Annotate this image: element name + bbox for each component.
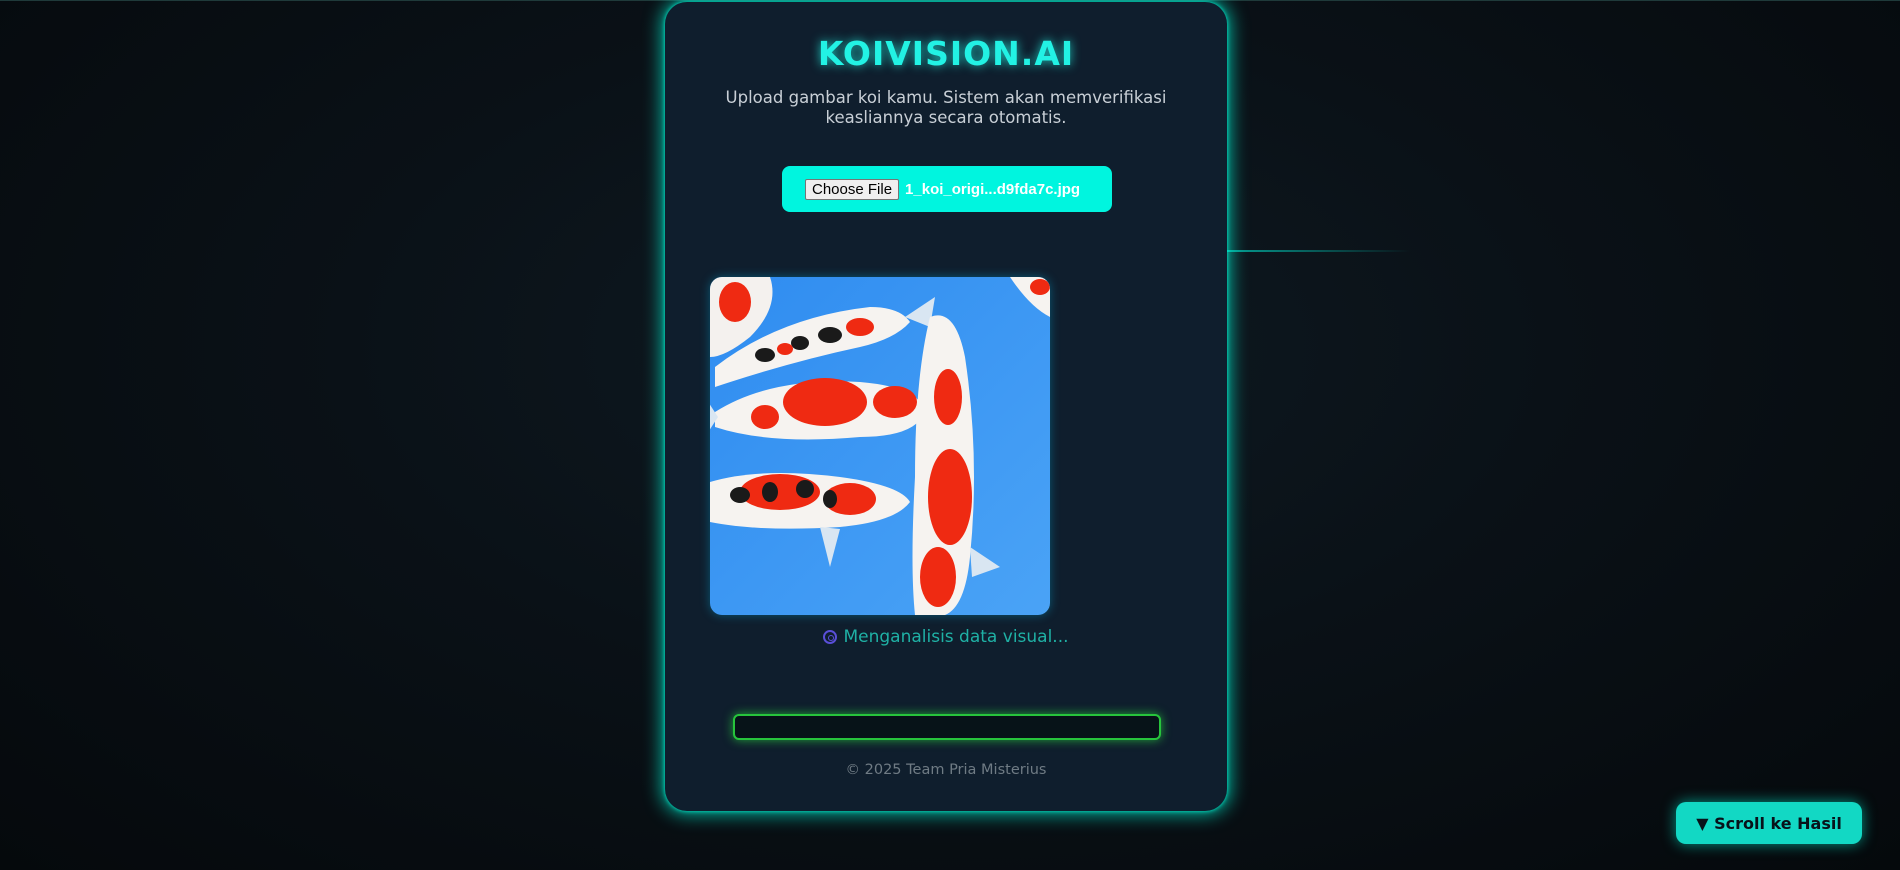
app-subtitle: Upload gambar koi kamu. Sistem akan memv… [725,88,1167,127]
scroll-to-results-button[interactable]: ▼ Scroll ke Hasil [1676,802,1862,844]
app-title: KOIVISION.AI [817,34,1075,73]
progress-bar [733,714,1161,740]
koi-image-preview [710,277,1050,615]
koi-image [710,277,1050,615]
footer-copyright: © 2025 Team Pria Misterius [845,762,1047,778]
analysis-status-text: Menganalisis data visual... [843,627,1069,647]
top-border [0,0,1900,1]
selected-file-name: 1_koi_origi...d9fda7c.jpg [905,180,1081,198]
choose-file-button[interactable]: Choose File [805,178,900,200]
upload-card: KOIVISION.AI Upload gambar koi kamu. Sis… [665,2,1227,811]
analysis-status: Menganalisis data visual... [665,627,1227,647]
file-upload[interactable]: Choose File 1_koi_origi...d9fda7c.jpg [782,166,1112,212]
spinner-icon [823,630,838,644]
